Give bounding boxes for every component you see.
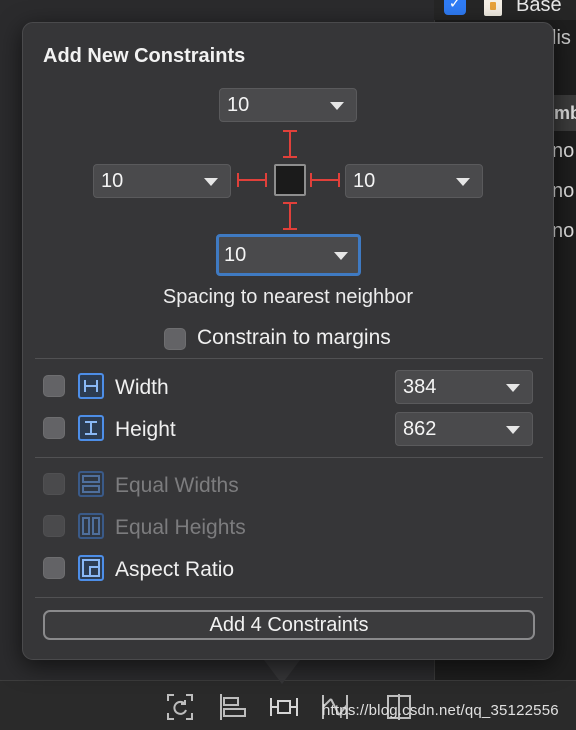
equal-heights-label: Equal Heights <box>115 516 246 539</box>
update-frames-icon[interactable] <box>165 692 195 722</box>
height-value: 862 <box>403 418 437 440</box>
equal-widths-icon <box>78 471 104 497</box>
background-checkbox-checked[interactable]: ✓ <box>444 0 466 15</box>
chevron-down-icon <box>330 102 344 110</box>
add-constraints-button[interactable]: Add 4 Constraints <box>43 610 535 640</box>
top-spacing-dropdown[interactable]: 10 <box>219 88 357 122</box>
constrain-to-margins-label: Constrain to margins <box>197 326 391 349</box>
width-checkbox[interactable] <box>43 375 65 397</box>
chevron-down-icon <box>334 252 348 260</box>
bottom-spacing-value: 10 <box>224 244 247 266</box>
equal-widths-label: Equal Widths <box>115 474 239 497</box>
background-base-label: Base <box>516 0 562 16</box>
aspect-ratio-label: Aspect Ratio <box>115 558 235 581</box>
background-cell: no <box>552 180 575 202</box>
storyboard-file-icon <box>484 0 502 16</box>
height-value-dropdown[interactable]: 862 <box>395 412 533 446</box>
popover-arrow <box>264 660 300 684</box>
chevron-down-icon <box>204 178 218 186</box>
equal-heights-icon <box>78 513 104 539</box>
divider <box>35 597 543 598</box>
selected-view-box <box>274 164 306 196</box>
bottom-spacing-dropdown[interactable]: 10 <box>216 234 361 276</box>
right-spacing-value: 10 <box>353 170 376 192</box>
add-new-constraints-icon[interactable] <box>269 692 299 722</box>
spacing-caption: Spacing to nearest neighbor <box>162 286 414 308</box>
background-column-header: mb <box>552 95 576 131</box>
equal-widths-checkbox[interactable] <box>43 473 65 495</box>
aspect-ratio-checkbox[interactable] <box>43 557 65 579</box>
top-constraint-strut[interactable] <box>280 129 300 159</box>
align-icon[interactable] <box>218 692 248 722</box>
width-value-dropdown[interactable]: 384 <box>395 370 533 404</box>
chevron-down-icon <box>506 426 520 434</box>
watermark-text: https://blog.csdn.net/qq_35122556 <box>322 702 559 719</box>
constrain-to-margins-checkbox[interactable] <box>164 328 186 350</box>
popover-title: Add New Constraints <box>43 45 246 67</box>
right-constraint-strut[interactable] <box>309 170 341 190</box>
right-spacing-dropdown[interactable]: 10 <box>345 164 483 198</box>
bottom-constraint-strut[interactable] <box>280 201 300 231</box>
height-label: Height <box>115 418 176 441</box>
height-checkbox[interactable] <box>43 417 65 439</box>
chevron-down-icon <box>456 178 470 186</box>
equal-heights-checkbox[interactable] <box>43 515 65 537</box>
background-cell: no <box>552 140 575 162</box>
background-partial-text: lis <box>552 27 571 49</box>
left-spacing-dropdown[interactable]: 10 <box>93 164 231 198</box>
height-constraint-icon <box>78 415 104 441</box>
background-cell: no <box>552 220 575 242</box>
left-spacing-value: 10 <box>101 170 124 192</box>
add-constraints-popover: Add New Constraints 10 10 10 10 Spacing … <box>22 22 554 660</box>
chevron-down-icon <box>506 384 520 392</box>
divider <box>35 358 543 359</box>
left-constraint-strut[interactable] <box>236 170 268 190</box>
width-value: 384 <box>403 376 437 398</box>
width-constraint-icon <box>78 373 104 399</box>
divider <box>35 457 543 458</box>
aspect-ratio-icon <box>78 555 104 581</box>
width-label: Width <box>115 376 169 399</box>
top-spacing-value: 10 <box>227 94 250 116</box>
